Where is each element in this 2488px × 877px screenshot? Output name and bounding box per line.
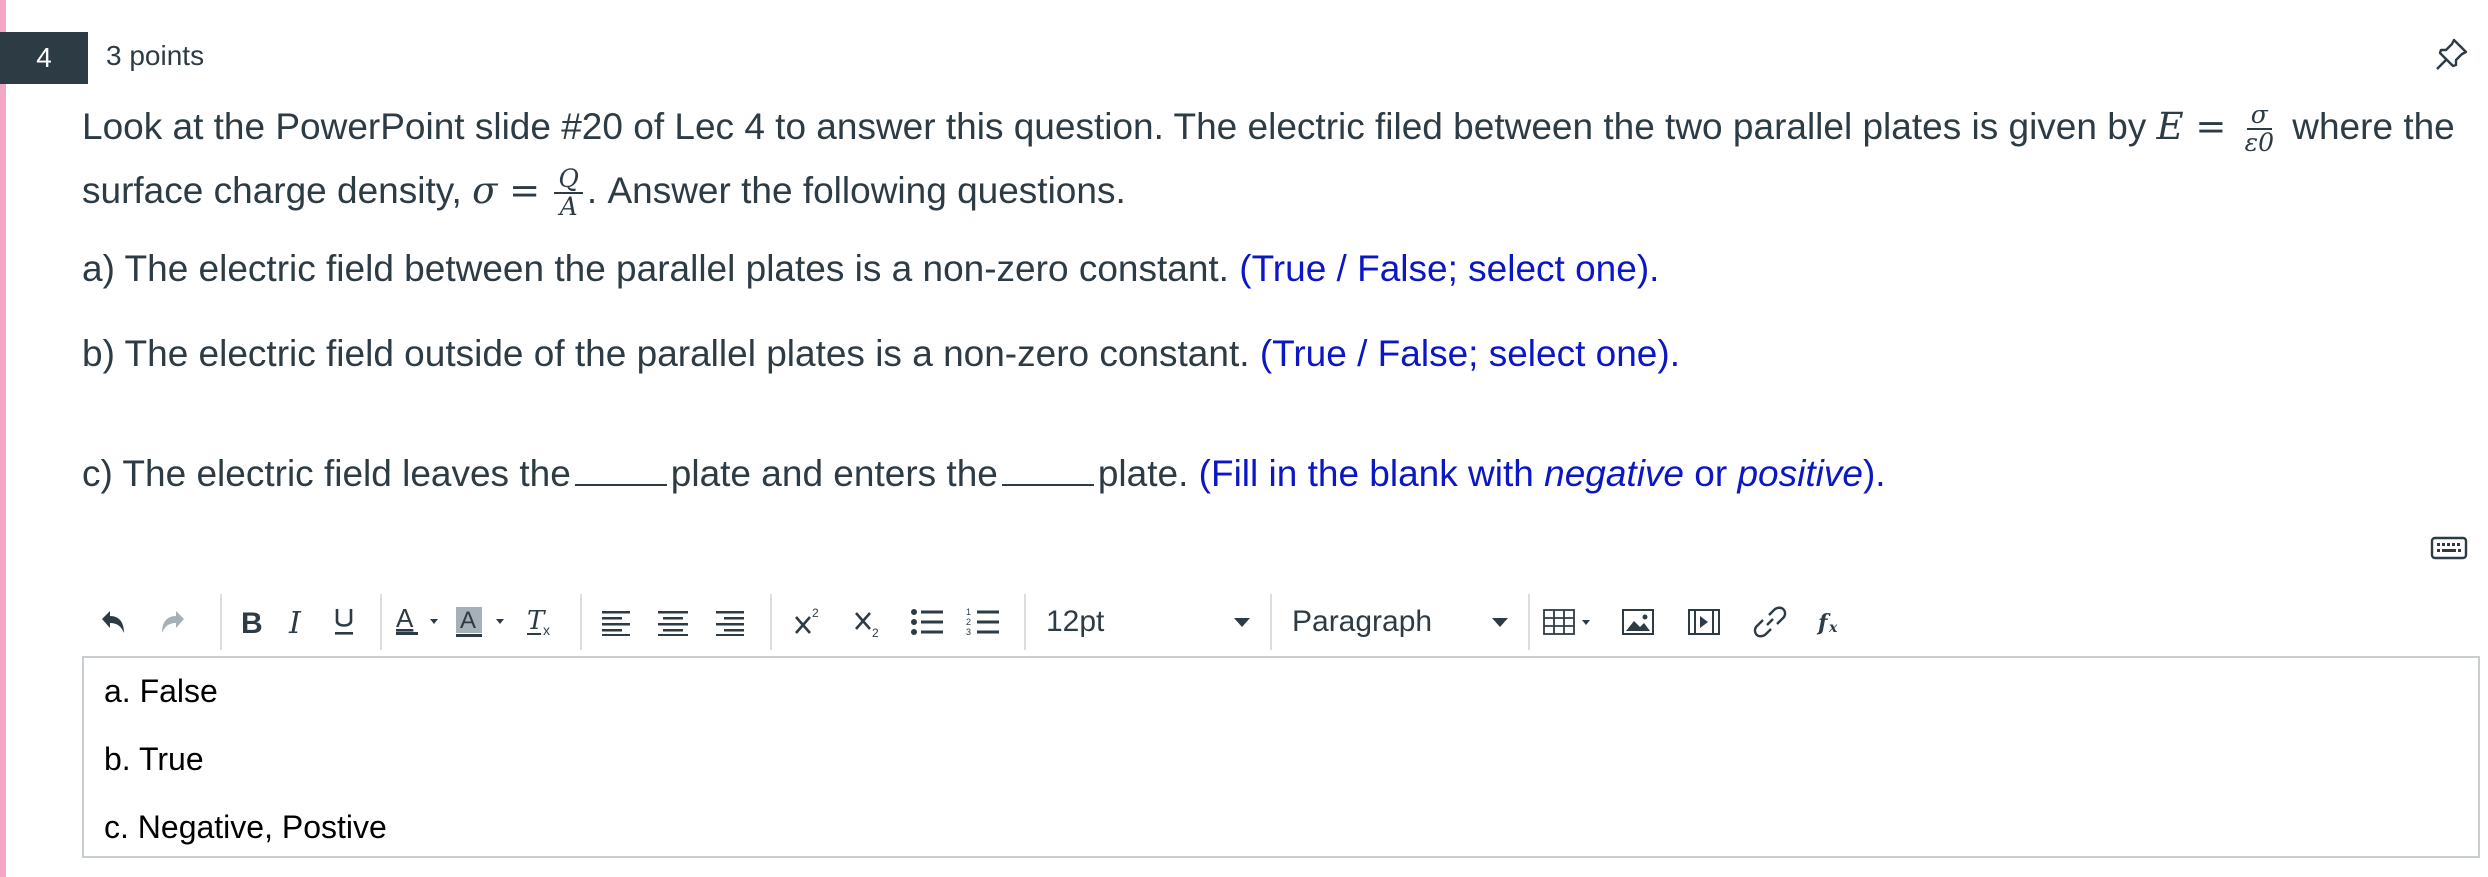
background-color-icon[interactable]: A <box>452 595 514 649</box>
subscript-icon[interactable]: 2 <box>842 595 896 649</box>
fraction-q-over-a: QA <box>554 166 583 220</box>
superscript-icon[interactable]: 2 <box>782 595 836 649</box>
block-format-select[interactable]: Paragraph <box>1282 605 1518 639</box>
redo-icon[interactable] <box>146 595 204 649</box>
svg-text:I: I <box>288 606 302 638</box>
svg-text:2: 2 <box>812 606 819 620</box>
chevron-down-icon <box>1492 617 1508 627</box>
svg-text:2: 2 <box>966 617 971 627</box>
equation-icon[interactable]: fx <box>1806 595 1856 649</box>
align-right-icon[interactable] <box>704 595 754 649</box>
rich-text-toolbar: B I A A Tx 2 2 123 12pt Paragraph f x <box>82 592 2482 652</box>
italic-icon[interactable]: I <box>278 595 318 649</box>
svg-text:A: A <box>460 607 476 634</box>
numbered-list-icon[interactable]: 123 <box>958 595 1008 649</box>
font-size-select[interactable]: 12pt <box>1036 605 1260 639</box>
pin-icon[interactable] <box>2432 34 2472 74</box>
toolbar-separator <box>770 594 772 650</box>
blank-1 <box>574 478 667 486</box>
svg-text:x: x <box>1828 620 1838 636</box>
toolbar-separator <box>380 594 382 650</box>
link-icon[interactable] <box>1740 595 1800 649</box>
question-number-badge: 4 <box>0 32 88 84</box>
answer-line: b. True <box>104 741 204 777</box>
chevron-down-icon <box>1234 617 1250 627</box>
table-icon[interactable] <box>1540 595 1602 649</box>
keyboard-shortcuts-icon[interactable] <box>2430 532 2468 562</box>
answer-line: a. False <box>104 673 218 709</box>
text-color-icon[interactable]: A <box>392 595 446 649</box>
bold-icon[interactable]: B <box>232 595 272 649</box>
answer-line: c. Negative, Postive <box>104 809 387 845</box>
question-text: Look at the PowerPoint slide #20 of Lec … <box>82 100 2455 222</box>
svg-text:3: 3 <box>966 627 971 637</box>
toolbar-separator <box>220 594 222 650</box>
fraction-sigma-over-epsilon: σ ε0 <box>2244 100 2274 158</box>
left-accent-stripe <box>0 0 6 877</box>
underline-icon[interactable] <box>324 595 364 649</box>
svg-text:A: A <box>396 605 414 633</box>
toolbar-separator <box>1528 594 1530 650</box>
toolbar-separator <box>1270 594 1272 650</box>
blank-2 <box>1001 478 1094 486</box>
toolbar-separator <box>580 594 582 650</box>
svg-text:1: 1 <box>966 607 971 617</box>
clear-formatting-icon[interactable]: Tx <box>520 595 564 649</box>
question-part-c: c) The electric field leaves the plate an… <box>82 453 1886 494</box>
media-icon[interactable] <box>1674 595 1734 649</box>
answer-editor[interactable]: a. False b. True c. Negative, Postive <box>82 656 2480 858</box>
align-left-icon[interactable] <box>592 595 642 649</box>
toolbar-separator <box>1024 594 1026 650</box>
svg-text:2: 2 <box>872 626 879 639</box>
bullet-list-icon[interactable] <box>902 595 952 649</box>
svg-text:B: B <box>241 607 263 638</box>
undo-icon[interactable] <box>82 595 140 649</box>
question-points: 3 points <box>106 40 205 71</box>
svg-text:x: x <box>543 622 550 638</box>
question-part-b: b) The electric field outside of the par… <box>82 333 1680 374</box>
align-center-icon[interactable] <box>648 595 698 649</box>
question-part-a: a) The electric field between the parall… <box>82 248 1660 289</box>
image-icon[interactable] <box>1608 595 1668 649</box>
